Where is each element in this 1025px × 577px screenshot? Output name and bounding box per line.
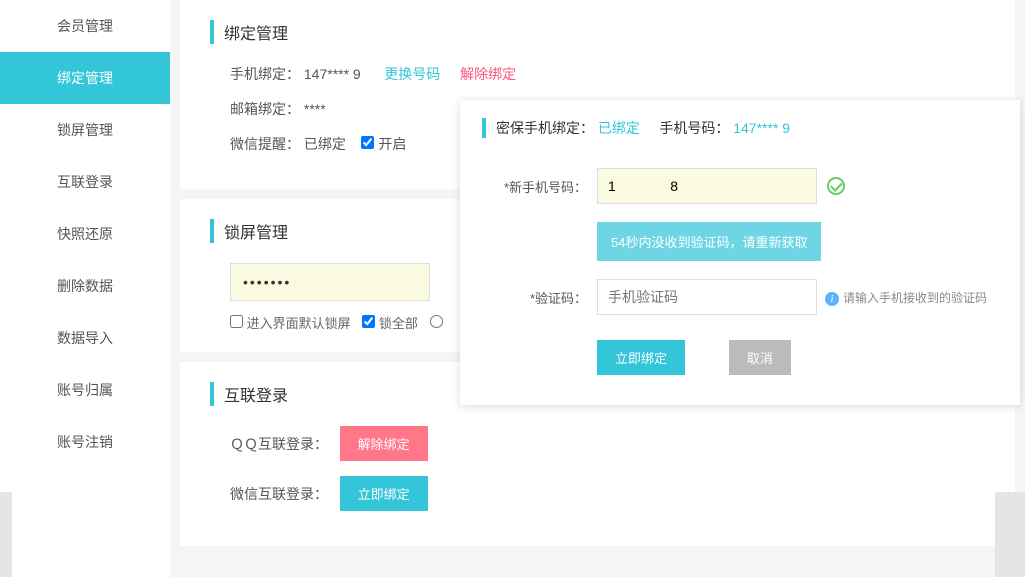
- sidebar-item-snapshot[interactable]: 快照还原: [0, 208, 170, 260]
- check-icon: [827, 177, 845, 195]
- decor-right: [995, 492, 1025, 577]
- lock-password-box[interactable]: •••••••: [230, 263, 430, 301]
- cancel-button[interactable]: 取消: [729, 340, 791, 375]
- lock-radio[interactable]: [430, 315, 443, 328]
- info-icon: i: [825, 292, 839, 306]
- wechat-open-label: 开启: [378, 136, 406, 152]
- default-lock-label: 进入界面默认锁屏: [247, 316, 351, 331]
- code-label: *验证码：: [482, 288, 587, 307]
- sidebar-item-cancel-account[interactable]: 账号注销: [0, 416, 170, 468]
- lock-all-label: 锁全部: [379, 316, 418, 331]
- binding-title: 绑定管理: [210, 20, 985, 44]
- decor-left: [0, 492, 12, 577]
- wechat-bind-button[interactable]: 立即绑定: [340, 476, 428, 511]
- resend-code-button[interactable]: 54秒内没收到验证码，请重新获取: [597, 222, 821, 261]
- sidebar-item-oauth[interactable]: 互联登录: [0, 156, 170, 208]
- unbind-phone-link[interactable]: 解除绑定: [460, 66, 516, 82]
- wechat-open-checkbox[interactable]: [361, 136, 374, 149]
- qq-oauth-label: ＱＱ互联登录：: [230, 434, 328, 454]
- code-input[interactable]: [597, 279, 817, 315]
- wechat-remind-label: 微信提醒：: [230, 134, 300, 154]
- sidebar-item-lock[interactable]: 锁屏管理: [0, 104, 170, 156]
- sidebar-item-member[interactable]: 会员管理: [0, 0, 170, 52]
- sidebar-item-delete[interactable]: 删除数据: [0, 260, 170, 312]
- new-phone-label: *新手机号码：: [482, 177, 587, 196]
- popup-phone-label: 手机号码：: [659, 120, 729, 136]
- popup-phone-value: 147**** 9: [733, 120, 790, 136]
- phone-bind-label: 手机绑定：: [230, 64, 300, 84]
- qq-unbind-button[interactable]: 解除绑定: [340, 426, 428, 461]
- sidebar: 会员管理 绑定管理 锁屏管理 互联登录 快照还原 删除数据 数据导入 账号归属 …: [0, 0, 170, 577]
- change-phone-popup: 密保手机绑定： 已绑定 手机号码： 147**** 9 *新手机号码： 54秒内…: [460, 100, 1020, 405]
- phone-bind-value: 147**** 9: [304, 66, 361, 82]
- wechat-oauth-label: 微信互联登录：: [230, 484, 328, 504]
- email-bind-value: ****: [304, 101, 326, 117]
- sidebar-item-ownership[interactable]: 账号归属: [0, 364, 170, 416]
- lock-all-checkbox[interactable]: [362, 315, 375, 328]
- submit-button[interactable]: 立即绑定: [597, 340, 685, 375]
- change-phone-link[interactable]: 更换号码: [384, 66, 440, 82]
- popup-header: 密保手机绑定： 已绑定 手机号码： 147**** 9: [482, 118, 998, 138]
- new-phone-input[interactable]: [597, 168, 817, 204]
- sidebar-item-import[interactable]: 数据导入: [0, 312, 170, 364]
- default-lock-checkbox[interactable]: [230, 315, 243, 328]
- code-hint: i请输入手机接收到的验证码: [825, 289, 987, 306]
- popup-header-label: 密保手机绑定：: [496, 120, 594, 136]
- wechat-remind-value: 已绑定: [304, 136, 346, 152]
- popup-status: 已绑定: [598, 120, 640, 136]
- sidebar-item-binding[interactable]: 绑定管理: [0, 52, 170, 104]
- email-bind-label: 邮箱绑定：: [230, 99, 300, 119]
